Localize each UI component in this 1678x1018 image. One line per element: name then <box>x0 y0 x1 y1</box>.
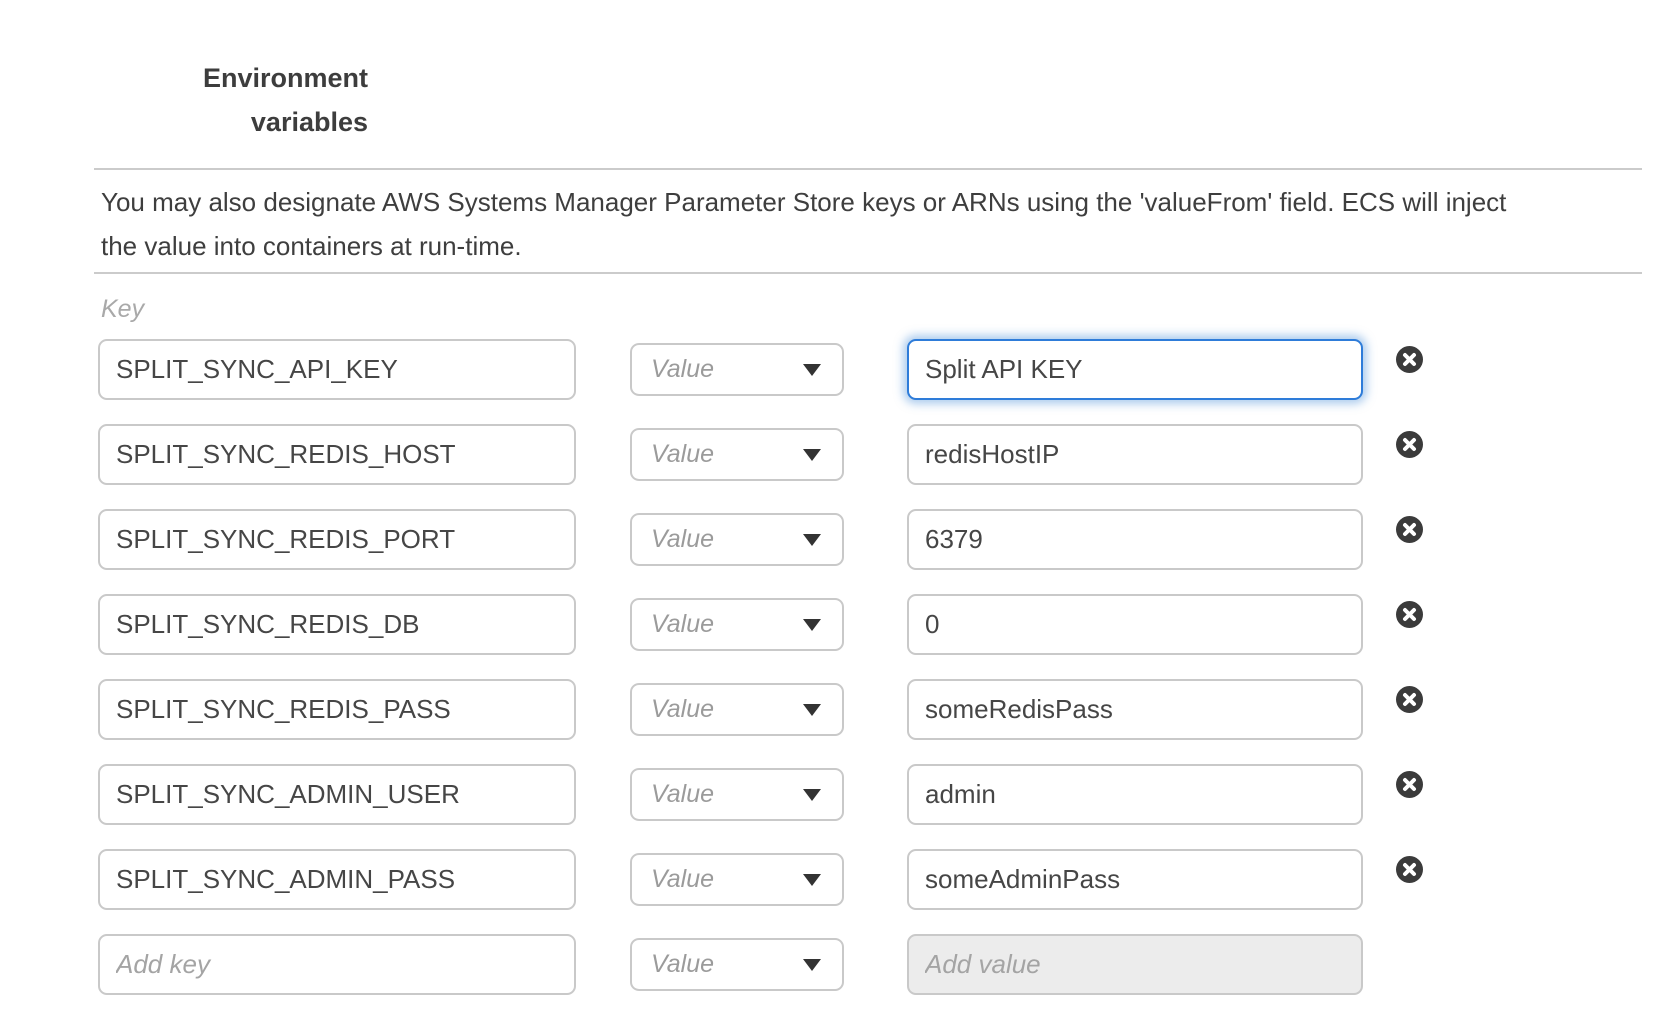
delete-row-button[interactable] <box>1396 601 1423 628</box>
value-type-dropdown[interactable]: Value <box>630 428 844 481</box>
label-line-1: Environment <box>100 56 368 100</box>
delete-row-button[interactable] <box>1396 856 1423 883</box>
delete-row-button[interactable] <box>1396 516 1423 543</box>
env-value-input[interactable] <box>907 424 1363 485</box>
value-type-label: Value <box>651 610 714 639</box>
value-type-dropdown[interactable]: Value <box>630 513 844 566</box>
delete-row-button[interactable] <box>1396 346 1423 373</box>
divider-top <box>94 168 1642 170</box>
env-key-input[interactable] <box>98 509 576 570</box>
chevron-down-icon <box>803 619 821 631</box>
chevron-down-icon <box>803 789 821 801</box>
env-value-input[interactable] <box>907 679 1363 740</box>
env-value-input[interactable] <box>907 339 1363 400</box>
delete-row-button[interactable] <box>1396 771 1423 798</box>
environment-variables-form: Environment variables You may also desig… <box>0 0 1678 1018</box>
value-from-hint-text: You may also designate AWS Systems Manag… <box>101 180 1506 268</box>
delete-x-icon <box>1396 516 1423 543</box>
env-value-input[interactable] <box>907 509 1363 570</box>
value-type-dropdown[interactable]: Value <box>630 853 844 906</box>
env-key-input[interactable] <box>98 764 576 825</box>
add-value-input[interactable] <box>907 934 1363 995</box>
hint-line-2: the value into containers at run-time. <box>101 224 1506 268</box>
value-type-dropdown[interactable]: Value <box>630 683 844 736</box>
env-key-input[interactable] <box>98 339 576 400</box>
value-type-dropdown[interactable]: Value <box>630 768 844 821</box>
delete-x-icon <box>1396 431 1423 458</box>
environment-variables-label: Environment variables <box>100 56 368 144</box>
delete-x-icon <box>1396 771 1423 798</box>
value-type-dropdown[interactable]: Value <box>630 938 844 991</box>
env-value-input[interactable] <box>907 849 1363 910</box>
add-key-input[interactable] <box>98 934 576 995</box>
delete-row-button[interactable] <box>1396 431 1423 458</box>
value-type-label: Value <box>651 780 714 809</box>
delete-x-icon <box>1396 856 1423 883</box>
chevron-down-icon <box>803 364 821 376</box>
chevron-down-icon <box>803 704 821 716</box>
env-key-input[interactable] <box>98 849 576 910</box>
value-type-label: Value <box>651 440 714 469</box>
env-var-row: Value <box>0 424 1678 485</box>
delete-x-icon <box>1396 686 1423 713</box>
value-type-label: Value <box>651 865 714 894</box>
env-key-input[interactable] <box>98 424 576 485</box>
value-type-label: Value <box>651 950 714 979</box>
add-env-var-row: Value <box>0 934 1678 995</box>
env-var-row: Value <box>0 849 1678 910</box>
value-type-dropdown[interactable]: Value <box>630 343 844 396</box>
divider-bottom <box>94 272 1642 274</box>
value-type-dropdown[interactable]: Value <box>630 598 844 651</box>
hint-line-1: You may also designate AWS Systems Manag… <box>101 180 1506 224</box>
env-var-row: Value <box>0 594 1678 655</box>
env-var-row: Value <box>0 509 1678 570</box>
chevron-down-icon <box>803 874 821 886</box>
env-value-input[interactable] <box>907 764 1363 825</box>
chevron-down-icon <box>803 959 821 971</box>
env-key-input[interactable] <box>98 679 576 740</box>
chevron-down-icon <box>803 449 821 461</box>
env-var-row: Value <box>0 764 1678 825</box>
env-key-input[interactable] <box>98 594 576 655</box>
env-var-row: Value <box>0 339 1678 400</box>
env-var-row: Value <box>0 679 1678 740</box>
label-line-2: variables <box>100 100 368 144</box>
chevron-down-icon <box>803 534 821 546</box>
delete-row-button[interactable] <box>1396 686 1423 713</box>
key-column-label: Key <box>101 295 144 324</box>
value-type-label: Value <box>651 355 714 384</box>
env-value-input[interactable] <box>907 594 1363 655</box>
value-type-label: Value <box>651 695 714 724</box>
delete-x-icon <box>1396 346 1423 373</box>
value-type-label: Value <box>651 525 714 554</box>
delete-x-icon <box>1396 601 1423 628</box>
